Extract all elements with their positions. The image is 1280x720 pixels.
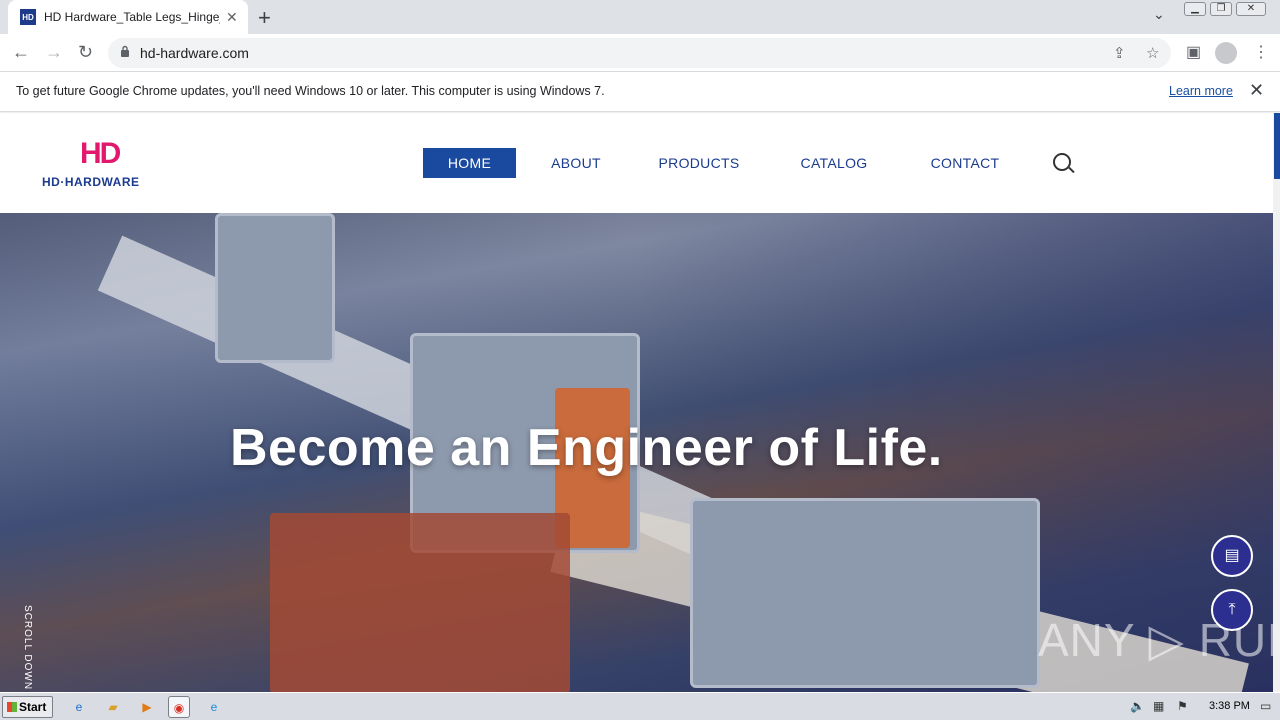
site-header: HD HD·HARDWARE HOME ABOUT PRODUCTS CATAL…	[0, 113, 1273, 213]
menu-kebab-icon[interactable]: ⋮	[1253, 42, 1269, 62]
lock-icon	[121, 45, 129, 57]
tab-strip: HD HD Hardware_Table Legs_Hinge_Metal ✕ …	[0, 0, 1280, 34]
internet-explorer-icon[interactable]: e	[68, 696, 90, 718]
file-explorer-icon[interactable]: ▰	[102, 696, 124, 718]
nav-about[interactable]: ABOUT	[540, 148, 612, 178]
update-infobar: To get future Google Chrome updates, you…	[0, 72, 1280, 112]
nav-contact[interactable]: CONTACT	[920, 148, 1010, 178]
infobar-close-icon[interactable]: ✕	[1249, 80, 1264, 101]
nav-catalog[interactable]: CATALOG	[790, 148, 878, 178]
page-scrollbar-thumb[interactable]	[1274, 113, 1280, 179]
site-favicon-icon: HD	[20, 9, 36, 25]
catalog-book-icon[interactable]: ▤	[1211, 535, 1253, 577]
tab-title: HD Hardware_Table Legs_Hinge_Metal	[44, 10, 220, 24]
hero-bracket	[690, 498, 1040, 688]
address-bar[interactable]: hd-hardware.com ⇪ ☆	[108, 38, 1171, 68]
learn-more-link[interactable]: Learn more	[1169, 84, 1233, 98]
volume-icon[interactable]: 🔈	[1130, 699, 1145, 713]
new-tab-icon[interactable]: +	[258, 5, 271, 31]
scroll-down-label[interactable]: SCROLL DOWN	[22, 605, 33, 690]
nav-home[interactable]: HOME	[423, 148, 516, 178]
browser-tab[interactable]: HD HD Hardware_Table Legs_Hinge_Metal ✕	[8, 0, 248, 34]
start-button[interactable]: Start	[2, 696, 53, 718]
media-player-icon[interactable]: ▶	[136, 696, 158, 718]
network-icon[interactable]: ▦	[1153, 699, 1164, 713]
side-panel-icon[interactable]: ▣	[1186, 42, 1201, 62]
search-icon-handle	[1068, 166, 1075, 174]
forward-icon[interactable]: →	[45, 42, 63, 63]
url-text: hd-hardware.com	[140, 45, 249, 61]
infobar-message: To get future Google Chrome updates, you…	[16, 84, 605, 98]
tab-search-icon[interactable]: ⌄	[1153, 6, 1165, 23]
chrome-taskbar-icon[interactable]: ◉	[168, 696, 190, 718]
windows-flag-icon	[7, 702, 17, 712]
logo-mark: HD	[80, 137, 121, 170]
window-close-icon[interactable]: ✕	[1236, 2, 1266, 16]
start-label: Start	[19, 700, 47, 714]
reload-icon[interactable]: ↻	[78, 42, 93, 63]
browser-toolbar: ← → ↻ hd-hardware.com ⇪ ☆ ▣ ⋮	[0, 34, 1280, 72]
profile-avatar-icon[interactable]	[1215, 42, 1237, 64]
taskbar-clock[interactable]: 3:38 PM	[1209, 700, 1250, 712]
page-scrollbar[interactable]	[1273, 113, 1280, 692]
share-icon[interactable]: ⇪	[1113, 44, 1126, 62]
hero-base-plate	[270, 513, 570, 692]
action-center-flag-icon[interactable]: ⚑	[1177, 699, 1188, 713]
hero-banner: Become an Engineer of Life. SCROLL DOWN …	[0, 213, 1273, 692]
bookmark-star-icon[interactable]: ☆	[1146, 44, 1159, 62]
minimize-icon[interactable]: ▁	[1184, 2, 1206, 16]
hero-bracket	[215, 213, 335, 363]
tab-close-icon[interactable]: ✕	[226, 9, 238, 26]
show-desktop-icon[interactable]: ▭	[1260, 699, 1271, 713]
site-logo[interactable]: HD HD·HARDWARE	[42, 137, 166, 190]
restore-icon[interactable]: ❐	[1210, 2, 1232, 16]
nav-products[interactable]: PRODUCTS	[650, 148, 748, 178]
back-to-top-icon[interactable]: ⤒	[1211, 589, 1253, 631]
back-icon[interactable]: ←	[12, 42, 30, 63]
windows-taskbar: Start e ▰ ▶ ◉ e 🔈 ▦ ⚑ 3:38 PM ▭	[0, 692, 1280, 720]
hero-title: Become an Engineer of Life.	[230, 419, 943, 477]
logo-mark-text: HD	[80, 137, 121, 170]
edge-icon[interactable]: e	[203, 696, 225, 718]
logo-text: HD·HARDWARE	[42, 175, 140, 189]
